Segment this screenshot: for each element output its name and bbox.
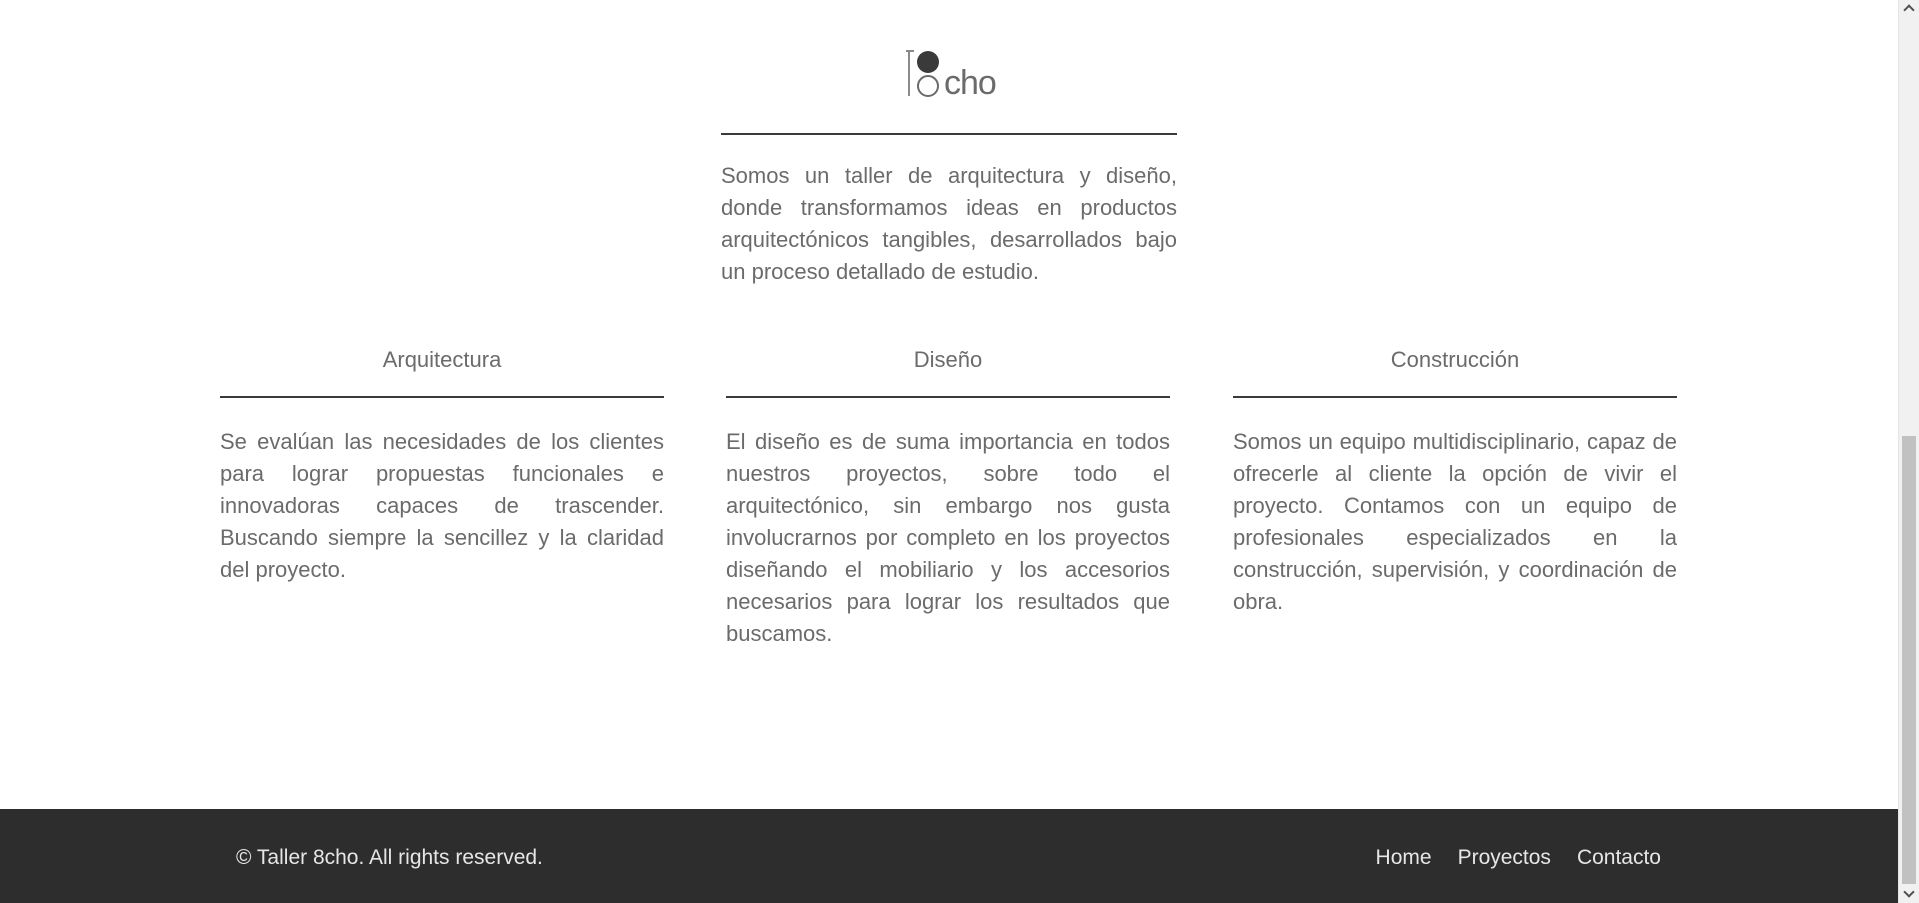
logo-dot bbox=[917, 51, 939, 73]
scrollbar-thumb[interactable] bbox=[1902, 436, 1916, 884]
logo-ring bbox=[917, 75, 939, 97]
service-column-diseno: Diseño El diseño es de suma importancia … bbox=[726, 344, 1170, 650]
footer-link-home[interactable]: Home bbox=[1376, 846, 1432, 870]
service-title: Construcción bbox=[1390, 347, 1520, 372]
site-footer: © Taller 8cho. All rights reserved. Home… bbox=[0, 809, 1899, 903]
copyright-text: © Taller 8cho. All rights reserved. bbox=[236, 846, 543, 869]
logo-wordmark: cho bbox=[944, 64, 997, 102]
service-title: Diseño bbox=[913, 347, 983, 372]
page: cho Somos un taller de arquitectura y di… bbox=[0, 0, 1899, 903]
service-description: Se evalúan las necesidades de los client… bbox=[220, 429, 664, 582]
service-divider bbox=[220, 396, 664, 398]
scroll-up-arrow-icon[interactable] bbox=[1899, 0, 1919, 18]
intro-divider bbox=[721, 133, 1177, 135]
service-description: Somos un equipo multidisciplinario, capa… bbox=[1233, 429, 1677, 614]
intro-text: Somos un taller de arquitectura y diseño… bbox=[721, 163, 1177, 284]
vertical-scrollbar[interactable] bbox=[1898, 0, 1919, 903]
brand-logo[interactable]: cho bbox=[906, 48, 1006, 102]
service-column-arquitectura: Arquitectura Se evalúan las necesidades … bbox=[220, 344, 664, 586]
footer-link-proyectos[interactable]: Proyectos bbox=[1458, 846, 1551, 870]
footer-link-contacto[interactable]: Contacto bbox=[1577, 846, 1661, 870]
service-column-construccion: Construcción Somos un equipo multidiscip… bbox=[1233, 344, 1677, 618]
scroll-down-arrow-icon[interactable] bbox=[1899, 885, 1919, 903]
logo-bar bbox=[908, 50, 910, 96]
footer-nav: Home Proyectos Contacto bbox=[1376, 846, 1661, 870]
service-title: Arquitectura bbox=[382, 347, 502, 372]
service-description: El diseño es de suma importancia en todo… bbox=[726, 429, 1170, 646]
service-divider bbox=[726, 396, 1170, 398]
service-divider bbox=[1233, 396, 1677, 398]
